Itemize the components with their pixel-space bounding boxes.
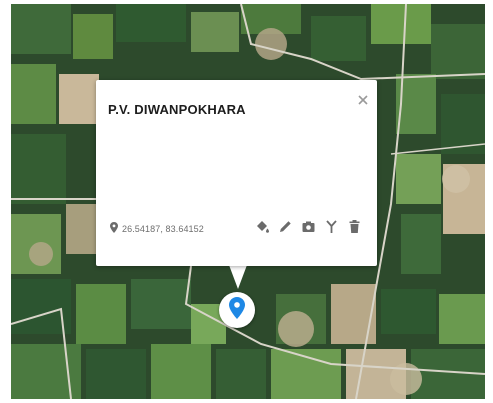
camera-icon[interactable] (300, 218, 316, 234)
coordinates-text: 26.54187, 83.64152 (122, 224, 204, 234)
location-info-popup: P.V. DIWANPOKHARA 26.54187, 83.64152 (96, 80, 377, 266)
delete-trash-icon[interactable] (346, 218, 362, 234)
coordinates: 26.54187, 83.64152 (110, 220, 204, 238)
popup-toolbar (254, 218, 362, 234)
popup-pointer (229, 265, 247, 289)
location-pin-icon (110, 220, 118, 238)
fill-color-icon[interactable] (254, 218, 270, 234)
edit-pencil-icon[interactable] (277, 218, 293, 234)
close-icon[interactable] (356, 93, 370, 107)
location-title: P.V. DIWANPOKHARA (108, 102, 246, 117)
route-fork-icon[interactable] (323, 218, 339, 234)
map-pin-icon (229, 296, 245, 324)
map-marker[interactable] (219, 292, 255, 328)
